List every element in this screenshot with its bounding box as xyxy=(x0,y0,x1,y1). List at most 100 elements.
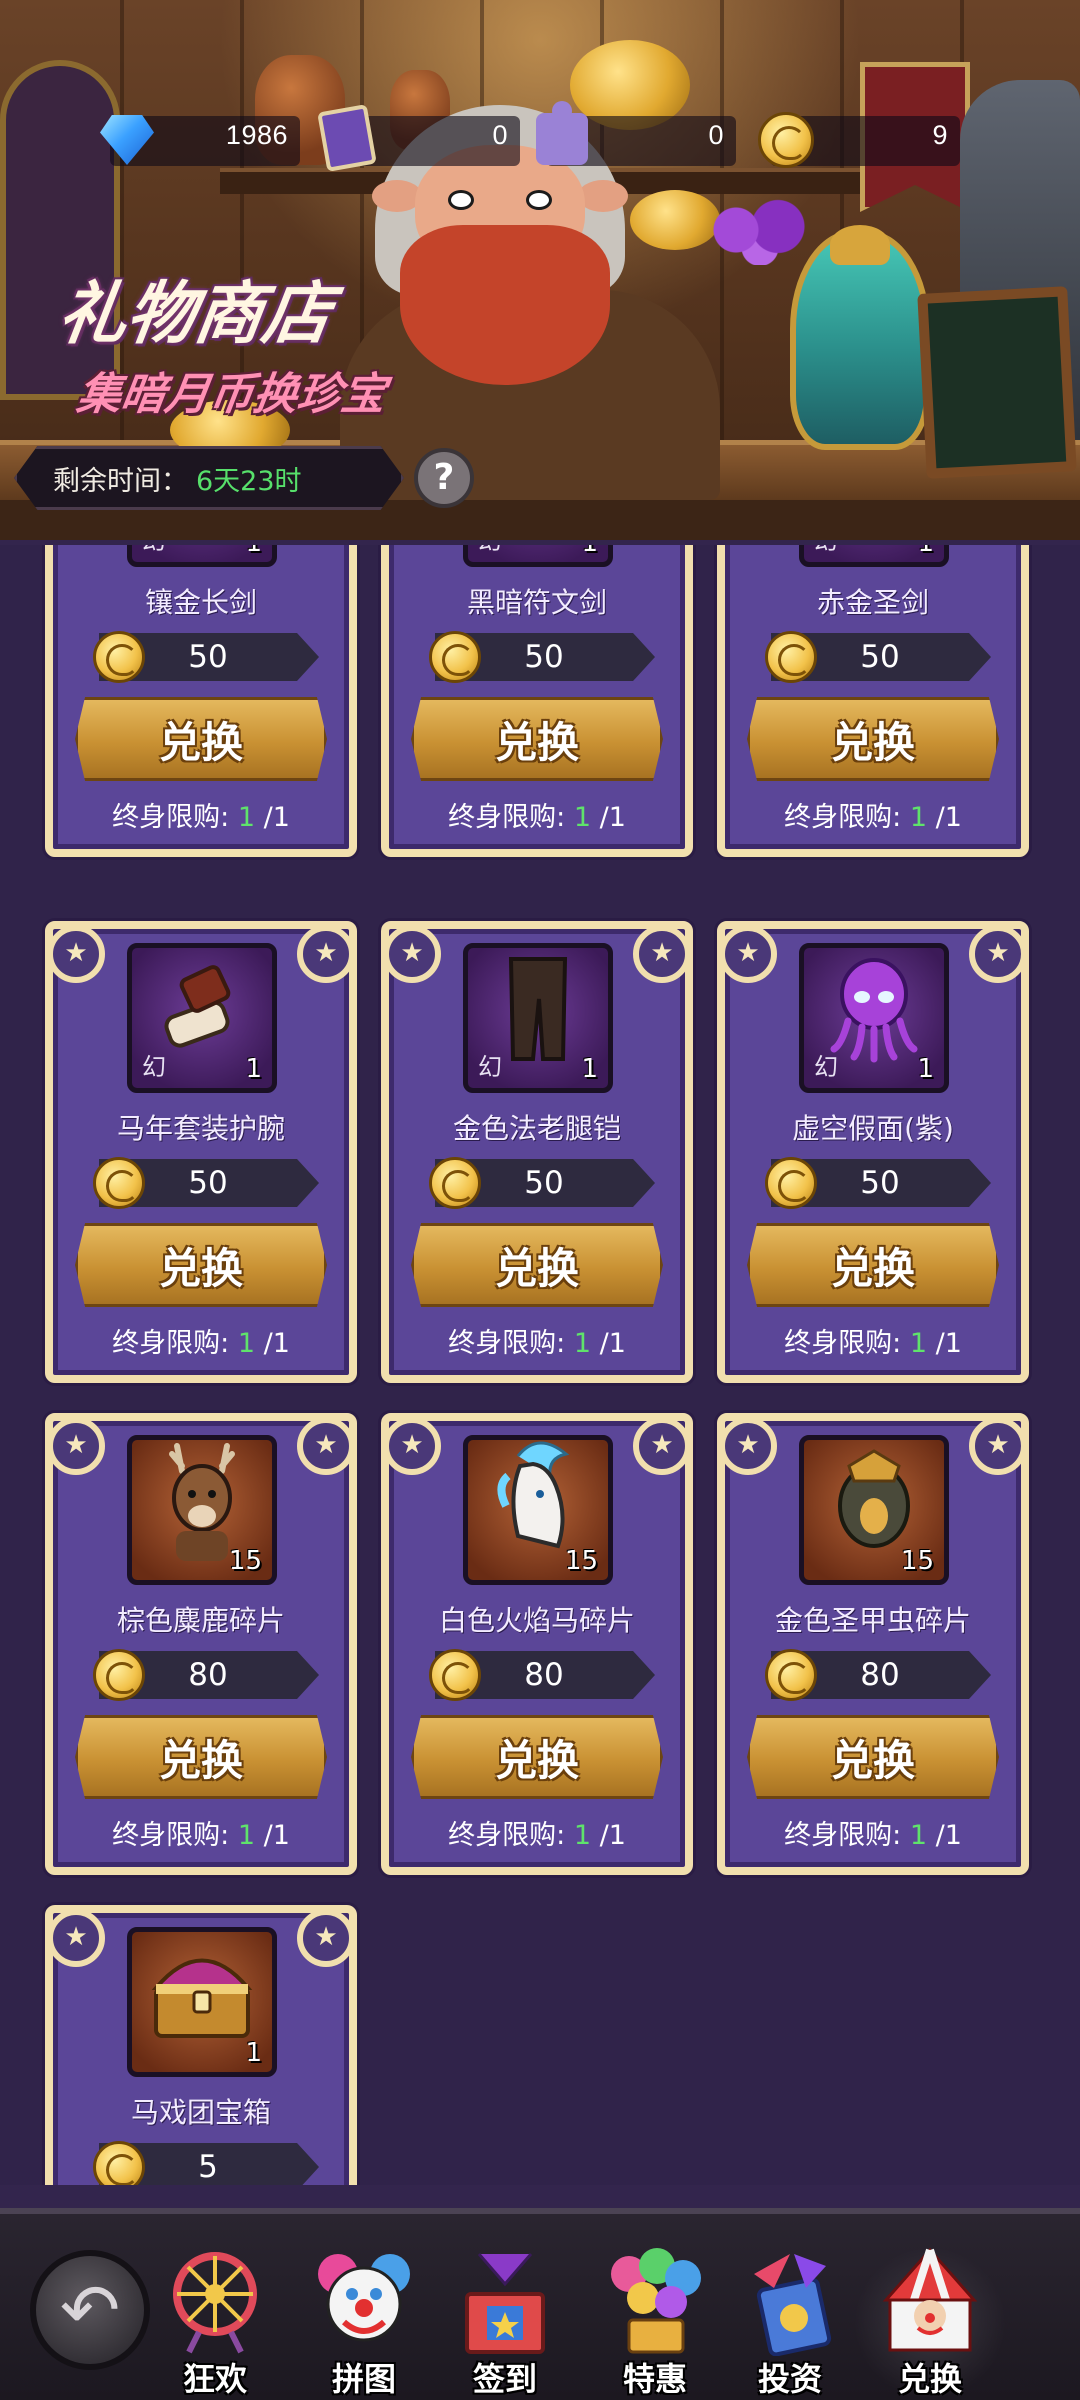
shop-header: 1986 0 0 9 礼物商店 集暗月币换珍宝 剩余时间： 6天23时 ? xyxy=(0,0,1080,540)
item-frame[interactable]: 幻 1 xyxy=(463,943,613,1093)
dark-moon-coin-icon xyxy=(429,1157,481,1209)
shop-item-card[interactable]: ★ ★ 幻 1 虚空假面(紫) 50 兑换 终身限购: 1 /1 xyxy=(717,921,1029,1383)
rarity-label: 幻 xyxy=(142,1053,166,1081)
purchase-limit-label: 终身限购: xyxy=(784,802,902,833)
item-frame[interactable]: 幻 1 xyxy=(127,545,277,567)
purchase-limit: 终身限购: 1 /1 xyxy=(725,1813,1021,1852)
item-quantity: 1 xyxy=(917,545,934,558)
back-button[interactable]: ↶ xyxy=(30,2250,150,2370)
dark-moon-coin-icon xyxy=(93,2141,145,2185)
rarity-label: 幻 xyxy=(142,545,166,556)
rarity-label: 幻 xyxy=(478,545,502,556)
purchase-limit-label: 终身限购: xyxy=(784,1328,902,1359)
nav-tab[interactable]: 拼图 xyxy=(294,2244,434,2400)
purchase-limit-label: 终身限购: xyxy=(784,1820,902,1851)
purchase-limit-max: /1 xyxy=(599,1820,626,1851)
nav-tab-label: 拼图 xyxy=(331,2360,396,2398)
clown-icon xyxy=(308,2244,420,2356)
item-price: 80 xyxy=(524,1657,564,1693)
exchange-button[interactable]: 兑换 xyxy=(75,1223,327,1307)
star-icon: ★ xyxy=(719,1417,777,1475)
ticket-count: 0 xyxy=(492,120,508,150)
star-icon: ★ xyxy=(47,1417,105,1475)
item-frame[interactable]: 15 xyxy=(463,1435,613,1585)
star-icon: ★ xyxy=(969,1417,1027,1475)
shop-item-card[interactable]: ★ ★ 1 马戏团宝箱 5 xyxy=(45,1905,357,2185)
shop-item-card[interactable]: ★ ★ 15 金色圣甲虫碎片 80 兑换 终身限购: 1 /1 xyxy=(717,1413,1029,1875)
purchase-limit-bought: 1 xyxy=(573,802,591,833)
purchase-limit-max: /1 xyxy=(935,1328,962,1359)
purchase-limit-max: /1 xyxy=(263,1328,290,1359)
star-icon: ★ xyxy=(719,925,777,983)
exchange-button[interactable]: 兑换 xyxy=(747,1223,999,1307)
exchange-button[interactable]: 兑换 xyxy=(747,1715,999,1799)
purchase-limit-max: /1 xyxy=(263,1820,290,1851)
nav-tab[interactable]: 签到 xyxy=(435,2244,575,2400)
item-frame[interactable]: 幻 1 xyxy=(463,545,613,567)
ferris-wheel-icon xyxy=(159,2244,271,2356)
item-frame[interactable]: 1 xyxy=(127,1927,277,2077)
exchange-button[interactable]: 兑换 xyxy=(75,1715,327,1799)
item-quantity: 15 xyxy=(564,1546,598,1576)
item-quantity: 1 xyxy=(917,1054,934,1084)
nav-tab-label: 投资 xyxy=(757,2360,822,2398)
purchase-limit-max: /1 xyxy=(263,802,290,833)
star-icon: ★ xyxy=(633,1417,691,1475)
purchase-limit-bought: 1 xyxy=(573,1328,591,1359)
item-name: 棕色麋鹿碎片 xyxy=(116,1604,285,1637)
shop-item-card[interactable]: ★ ★ 幻 1 赤金圣剑 50 兑换 终身限购: 1 /1 xyxy=(717,545,1029,857)
exchange-button[interactable]: 兑换 xyxy=(411,1715,663,1799)
exchange-button[interactable]: 兑换 xyxy=(747,697,999,781)
item-frame[interactable]: 幻 1 xyxy=(799,545,949,567)
purchase-limit: 终身限购: 1 /1 xyxy=(389,795,685,834)
item-price: 5 xyxy=(198,2149,218,2185)
item-name: 白色火焰马碎片 xyxy=(438,1604,635,1637)
nav-tab[interactable]: 特惠 xyxy=(585,2244,725,2400)
item-frame[interactable]: 幻 1 xyxy=(799,943,949,1093)
purchase-limit-bought: 1 xyxy=(909,1328,927,1359)
chalkboard-decor xyxy=(917,286,1077,479)
back-arrow-icon: ↶ xyxy=(59,2268,121,2352)
shop-item-card[interactable]: ★ ★ 幻 1 黑暗符文剑 50 兑换 终身限购: 1 /1 xyxy=(381,545,693,857)
item-frame[interactable]: 15 xyxy=(799,1435,949,1585)
nav-tab[interactable]: 狂欢 xyxy=(145,2244,285,2400)
shop-item-card[interactable]: ★ ★ 15 棕色麋鹿碎片 80 兑换 终身限购: 1 /1 xyxy=(45,1413,357,1875)
shop-item-card[interactable]: ★ ★ 幻 1 马年套装护腕 50 兑换 终身限购: 1 /1 xyxy=(45,921,357,1383)
shop-item-card[interactable]: ★ ★ 15 白色火焰马碎片 80 兑换 终身限购: 1 /1 xyxy=(381,1413,693,1875)
puzzle-piece-icon xyxy=(536,101,588,165)
item-price: 80 xyxy=(188,1657,228,1693)
item-quantity: 15 xyxy=(228,1546,262,1576)
item-frame[interactable]: 幻 1 xyxy=(127,943,277,1093)
item-price: 80 xyxy=(860,1657,900,1693)
star-icon: ★ xyxy=(633,925,691,983)
jester-hat-icon xyxy=(734,2244,846,2357)
treasure-chest-icon xyxy=(142,1938,262,2052)
purchase-limit: 终身限购: 1 /1 xyxy=(725,1321,1021,1360)
item-quantity: 1 xyxy=(581,545,598,558)
purchase-limit: 终身限购: 1 /1 xyxy=(725,795,1021,834)
star-icon: ★ xyxy=(383,1417,441,1475)
item-name: 虚空假面(紫) xyxy=(792,1112,954,1145)
remaining-time-label: 剩余时间： xyxy=(53,465,188,497)
item-frame[interactable]: 15 xyxy=(127,1435,277,1585)
purchase-limit: 终身限购: 1 /1 xyxy=(389,1813,685,1852)
exchange-button[interactable]: 兑换 xyxy=(75,697,327,781)
exchange-button[interactable]: 兑换 xyxy=(411,697,663,781)
item-price: 50 xyxy=(860,639,900,675)
exchange-button[interactable]: 兑换 xyxy=(411,1223,663,1307)
help-icon[interactable]: ? xyxy=(414,448,474,508)
purchase-limit-max: /1 xyxy=(599,802,626,833)
nav-tab[interactable]: 兑换 xyxy=(852,2244,1008,2400)
dark-moon-coin-icon xyxy=(765,631,817,683)
nav-tab[interactable]: 投资 xyxy=(720,2244,860,2400)
shop-item-grid[interactable]: ★ ★ 幻 1 镶金长剑 50 兑换 终身限购: 1 /1 ★ ★ xyxy=(0,545,1080,2185)
item-price: 50 xyxy=(524,1165,564,1201)
shop-item-card[interactable]: ★ ★ 幻 1 金色法老腿铠 50 兑换 终身限购: 1 /1 xyxy=(381,921,693,1383)
shop-item-card[interactable]: ★ ★ 幻 1 镶金长剑 50 兑换 终身限购: 1 /1 xyxy=(45,545,357,857)
item-name: 黑暗符文剑 xyxy=(466,586,607,619)
purchase-limit-max: /1 xyxy=(935,1820,962,1851)
rarity-label: 幻 xyxy=(478,1053,502,1081)
puzzle-count: 0 xyxy=(708,120,724,150)
purchase-limit-label: 终身限购: xyxy=(112,1820,230,1851)
purchase-limit: 终身限购: 1 /1 xyxy=(53,1813,349,1852)
